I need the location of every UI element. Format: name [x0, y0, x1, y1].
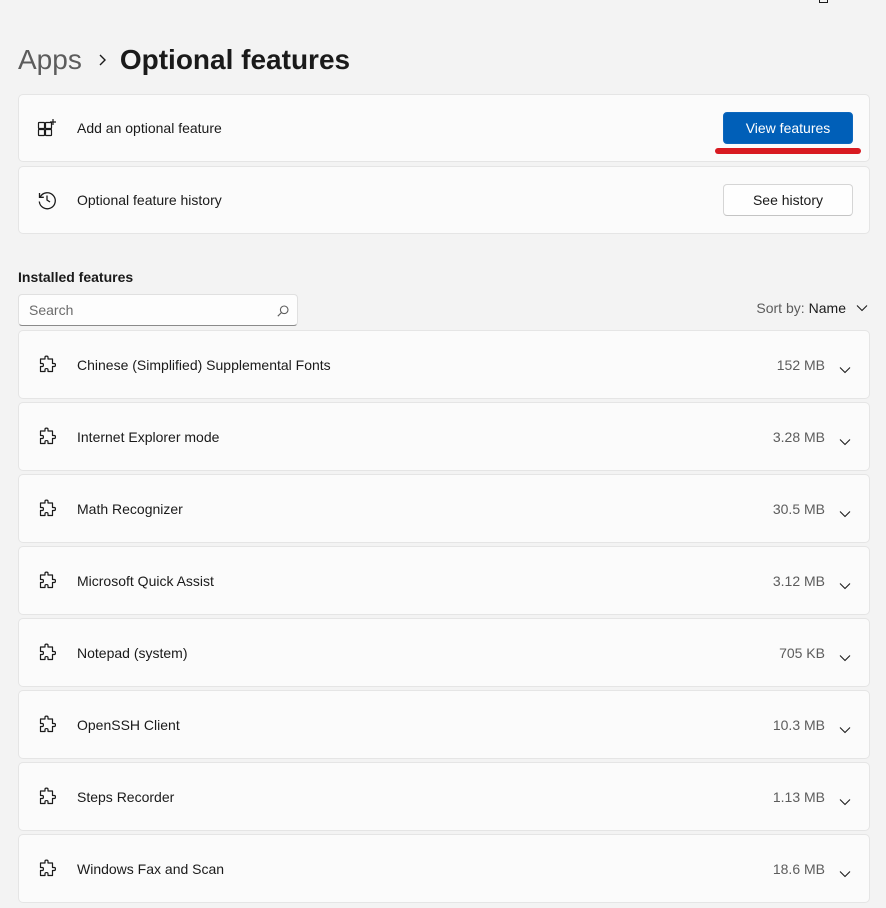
chevron-right-icon	[98, 54, 106, 66]
feature-row[interactable]: Math Recognizer 30.5 MB	[18, 474, 870, 543]
sort-label: Sort by:	[756, 300, 805, 316]
sort-value: Name	[808, 300, 846, 316]
feature-row[interactable]: Steps Recorder 1.13 MB	[18, 762, 870, 831]
feature-row[interactable]: Internet Explorer mode 3.28 MB	[18, 402, 870, 471]
feature-row[interactable]: Microsoft Quick Assist 3.12 MB	[18, 546, 870, 615]
chevron-down-icon[interactable]	[839, 649, 851, 661]
feature-row[interactable]: Chinese (Simplified) Supplemental Fonts 1…	[18, 330, 870, 399]
see-history-button[interactable]: See history	[723, 184, 853, 216]
search-input[interactable]	[19, 295, 269, 325]
chevron-down-icon[interactable]	[839, 577, 851, 589]
feature-name: Microsoft Quick Assist	[77, 572, 214, 589]
feature-size: 30.5 MB	[772, 500, 825, 517]
puzzle-icon	[37, 571, 57, 591]
maximize-icon	[819, 0, 828, 3]
feature-row[interactable]: Notepad (system) 705 KB	[18, 618, 870, 687]
feature-size: 3.12 MB	[772, 572, 825, 589]
close-button[interactable]	[860, 0, 880, 6]
chevron-down-icon[interactable]	[839, 793, 851, 805]
puzzle-icon	[37, 859, 57, 879]
feature-name: Notepad (system)	[77, 644, 188, 661]
installed-features-list: Chinese (Simplified) Supplemental Fonts 1…	[18, 330, 870, 906]
window-controls	[786, 0, 886, 6]
feature-size: 1.13 MB	[772, 788, 825, 805]
feature-name: Steps Recorder	[77, 788, 175, 805]
maximize-button[interactable]	[814, 0, 834, 6]
close-icon	[860, 0, 872, 6]
view-features-button[interactable]: View features	[723, 112, 853, 144]
search-box	[18, 294, 298, 326]
feature-history-card: Optional feature history See history	[18, 166, 870, 234]
puzzle-icon	[37, 355, 57, 375]
sort-dropdown[interactable]: Sort by: Name	[756, 300, 868, 316]
feature-size: 152 MB	[776, 356, 825, 373]
chevron-down-icon[interactable]	[839, 361, 851, 373]
feature-name: Math Recognizer	[77, 500, 183, 517]
breadcrumb: Apps Optional features	[18, 40, 350, 80]
history-label: Optional feature history	[77, 192, 222, 208]
puzzle-icon	[37, 715, 57, 735]
chevron-down-icon[interactable]	[839, 721, 851, 733]
chevron-down-icon[interactable]	[839, 865, 851, 877]
feature-row[interactable]: OpenSSH Client 10.3 MB	[18, 690, 870, 759]
feature-size: 10.3 MB	[772, 716, 825, 733]
installed-features-heading: Installed features	[18, 269, 134, 285]
feature-row[interactable]: Windows Fax and Scan 18.6 MB	[18, 834, 870, 903]
annotation-underline	[715, 148, 861, 154]
chevron-down-icon	[856, 304, 868, 312]
feature-size: 18.6 MB	[772, 860, 825, 877]
add-app-icon	[37, 118, 57, 138]
puzzle-icon	[37, 643, 57, 663]
feature-size: 705 KB	[779, 644, 825, 661]
breadcrumb-apps[interactable]: Apps	[18, 44, 82, 76]
chevron-down-icon[interactable]	[839, 505, 851, 517]
puzzle-icon	[37, 499, 57, 519]
feature-name: Chinese (Simplified) Supplemental Fonts	[77, 356, 331, 373]
add-feature-label: Add an optional feature	[77, 120, 222, 136]
feature-size: 3.28 MB	[772, 428, 825, 445]
feature-name: OpenSSH Client	[77, 716, 180, 733]
history-icon	[37, 190, 57, 210]
chevron-down-icon[interactable]	[839, 433, 851, 445]
feature-name: Windows Fax and Scan	[77, 860, 225, 877]
feature-name: Internet Explorer mode	[77, 428, 220, 445]
puzzle-icon	[37, 427, 57, 447]
page-title: Optional features	[119, 44, 351, 75]
search-icon[interactable]	[277, 304, 289, 317]
puzzle-icon	[37, 787, 57, 807]
